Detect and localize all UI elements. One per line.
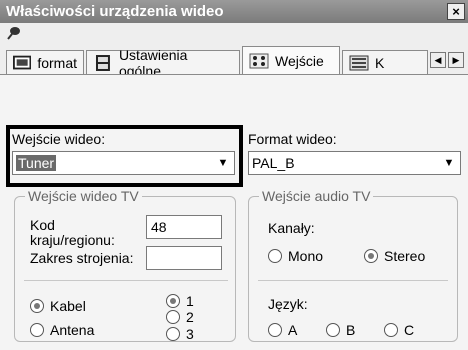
radio-indicator[interactable]	[30, 323, 44, 337]
video-format-value: PAL_B	[252, 155, 295, 171]
radio-channel-3[interactable]: 3	[166, 326, 194, 342]
chevron-down-icon[interactable]: ▼	[214, 154, 232, 172]
title-bar[interactable]: Właściwości urządzenia wideo ×	[0, 0, 468, 23]
language-label: Język:	[268, 296, 308, 312]
tab-general-settings[interactable]: Ustawienia ogólne	[86, 47, 240, 79]
tuning-range-label: Zakres strojenia:	[30, 250, 134, 266]
radio-indicator[interactable]	[30, 299, 44, 313]
radio-stereo[interactable]: Stereo	[364, 248, 425, 264]
tv-audio-group: Wejście audio TV	[248, 188, 458, 342]
radio-indicator[interactable]	[268, 323, 282, 337]
country-code-input[interactable]: 48	[146, 215, 222, 239]
radio-antenna[interactable]: Antena	[30, 322, 94, 338]
video-input-select[interactable]: Tuner ▼	[12, 151, 235, 175]
display-icon	[13, 55, 32, 69]
radio-cable[interactable]: Kabel	[30, 298, 86, 314]
scroll-left-icon[interactable]: ◀	[430, 52, 446, 68]
radio-language-a[interactable]: A	[268, 322, 297, 338]
divider	[258, 280, 448, 281]
pin-icon[interactable]	[6, 26, 22, 40]
radio-indicator[interactable]	[384, 323, 398, 337]
tab-format[interactable]: format	[6, 50, 84, 74]
radio-indicator[interactable]	[326, 323, 340, 337]
tuning-range-input[interactable]	[146, 246, 222, 270]
radio-channel-1[interactable]: 1	[166, 293, 194, 309]
tab-scroll: ◀ ▶	[430, 52, 464, 68]
group-title: Wejście wideo TV	[25, 188, 142, 204]
radio-mono[interactable]: Mono	[268, 248, 323, 264]
radio-indicator[interactable]	[166, 327, 180, 341]
radio-language-c[interactable]: C	[384, 322, 414, 338]
radio-indicator[interactable]	[166, 310, 180, 324]
video-format-label: Format wideo:	[248, 131, 337, 147]
dots-icon	[249, 53, 269, 68]
divider	[24, 280, 228, 281]
panel-icon	[349, 55, 369, 70]
radio-indicator[interactable]	[166, 294, 180, 308]
tab-label: K	[375, 54, 385, 71]
tab-k[interactable]: K	[342, 50, 428, 74]
video-input-value: Tuner	[16, 155, 57, 171]
chevron-down-icon[interactable]: ▼	[440, 154, 458, 172]
video-format-select[interactable]: PAL_B ▼	[248, 151, 461, 175]
close-button[interactable]: ×	[447, 3, 465, 20]
group-title: Wejście audio TV	[259, 188, 374, 204]
tab-label: Wejście	[275, 52, 324, 69]
scroll-right-icon[interactable]: ▶	[448, 52, 464, 68]
country-code-label: Kod kraju/regionu:	[30, 217, 115, 248]
radio-indicator[interactable]	[364, 249, 378, 263]
tab-input[interactable]: Wejście	[242, 46, 340, 74]
window-title: Właściwości urządzenia wideo	[6, 3, 224, 20]
channels-label: Kanały:	[268, 220, 315, 236]
video-device-properties-window: Właściwości urządzenia wideo × format Us…	[0, 0, 468, 350]
tab-strip: format Ustawienia ogólne Wejście K ◀ ▶	[0, 44, 468, 79]
radio-language-b[interactable]: B	[326, 322, 355, 338]
radio-indicator[interactable]	[268, 249, 282, 263]
radio-channel-2[interactable]: 2	[166, 309, 194, 325]
tab-label: format	[37, 54, 77, 71]
film-icon	[95, 54, 110, 71]
video-input-label: Wejście wideo:	[12, 131, 106, 147]
